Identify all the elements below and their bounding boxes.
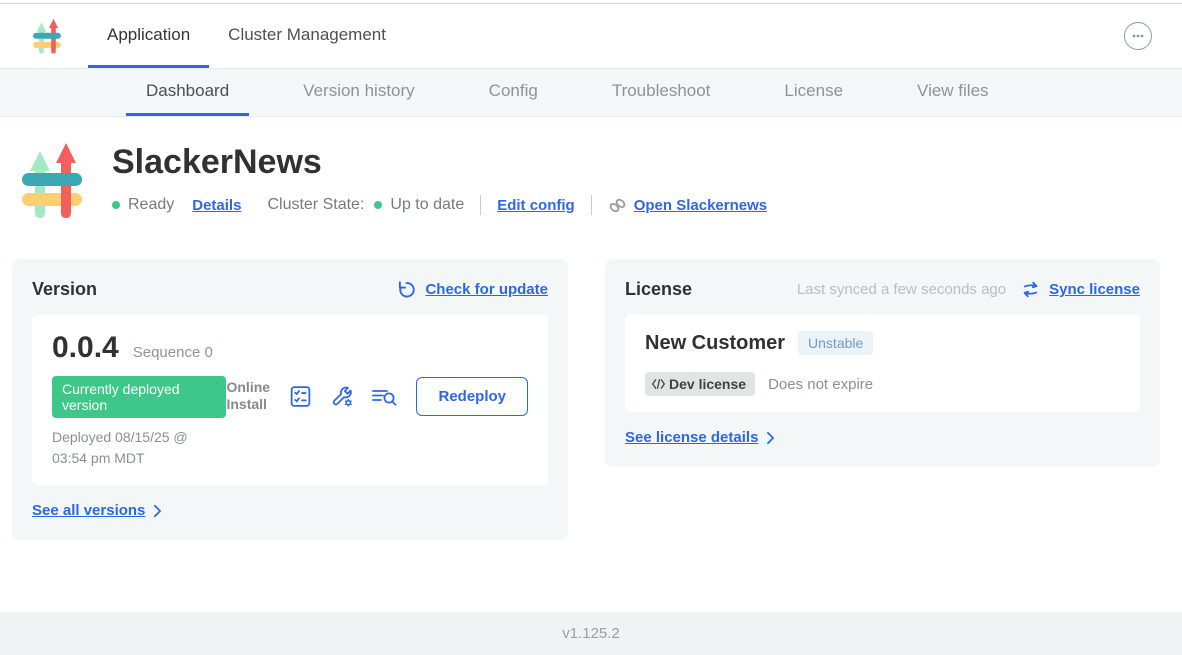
version-card: Version Check for update 0.0.4 Sequence …	[12, 259, 568, 540]
logs-search-icon	[370, 384, 398, 408]
cluster-state-dot	[374, 201, 382, 209]
details-link[interactable]: Details	[192, 197, 241, 214]
dashboard-cards: Version Check for update 0.0.4 Sequence …	[12, 259, 1170, 540]
sequence-label: Sequence 0	[133, 344, 213, 361]
check-for-update-label: Check for update	[425, 281, 548, 298]
subnav-item-troubleshoot[interactable]: Troubleshoot	[592, 69, 731, 116]
deployed-status-badge: Currently deployed version	[52, 376, 226, 418]
see-license-details-label: See license details	[625, 429, 758, 446]
hash-arrows-logo	[33, 19, 61, 54]
license-type-label: Dev license	[669, 376, 746, 392]
admin-console-page: Application Cluster Management Dashboard…	[0, 0, 1182, 655]
primary-navbar: Application Cluster Management	[0, 4, 1182, 69]
current-version-panel: 0.0.4 Sequence 0 Currently deployed vers…	[32, 315, 548, 485]
refresh-icon	[397, 280, 416, 299]
app-status-label: Ready	[128, 196, 174, 214]
console-footer: v1.125.2	[0, 612, 1182, 655]
open-app-label: Open Slackernews	[634, 197, 767, 214]
redeploy-button[interactable]: Redeploy	[416, 377, 528, 416]
see-all-versions-label: See all versions	[32, 502, 145, 519]
check-for-update-link[interactable]: Check for update	[397, 280, 548, 299]
subnav-item-version-history[interactable]: Version history	[283, 69, 435, 116]
app-logo-icon	[33, 17, 61, 55]
subnav-version-history-label: Version history	[303, 81, 415, 101]
subnav-troubleshoot-label: Troubleshoot	[612, 81, 711, 101]
channel-badge: Unstable	[798, 331, 873, 355]
app-hero: SlackerNews Ready Details Cluster State:…	[22, 139, 1182, 221]
license-type-badge: Dev license	[645, 372, 755, 396]
page-title: SlackerNews	[112, 143, 767, 182]
app-ready-dot	[112, 201, 120, 209]
subnav-item-dashboard[interactable]: Dashboard	[126, 69, 249, 116]
console-version: v1.125.2	[562, 625, 620, 642]
sync-license-link[interactable]: Sync license	[1021, 280, 1140, 299]
code-icon	[651, 378, 666, 390]
subnav-item-license[interactable]: License	[764, 69, 863, 116]
app-subnav: Dashboard Version history Config Trouble…	[0, 69, 1182, 117]
preflight-checks-button[interactable]	[286, 382, 314, 410]
subnav-view-files-label: View files	[917, 81, 989, 101]
edit-config-link[interactable]: Edit config	[497, 197, 575, 214]
app-status-row: Ready Details Cluster State: Up to date …	[112, 195, 767, 215]
primary-tabs: Application Cluster Management	[88, 4, 405, 68]
divider	[480, 195, 481, 215]
subnav-item-config[interactable]: Config	[469, 69, 558, 116]
license-card: License Last synced a few seconds ago	[605, 259, 1160, 467]
version-card-title: Version	[32, 279, 97, 300]
see-license-details-link[interactable]: See license details	[625, 429, 775, 446]
sync-arrows-icon	[1021, 280, 1040, 299]
license-expiry: Does not expire	[768, 376, 873, 393]
view-logs-button[interactable]	[370, 382, 398, 410]
cluster-state-label: Cluster State:	[267, 196, 364, 214]
cluster-state-value: Up to date	[390, 196, 464, 214]
license-details-panel: New Customer Unstable Dev license	[625, 315, 1140, 412]
subnav-license-label: License	[784, 81, 843, 101]
sync-license-label: Sync license	[1049, 281, 1140, 298]
chevron-right-icon	[153, 504, 162, 518]
ellipsis-icon	[1130, 28, 1146, 44]
more-menu-button[interactable]	[1124, 22, 1152, 50]
version-number: 0.0.4	[52, 331, 119, 365]
checklist-icon	[288, 384, 313, 409]
config-wrench-button[interactable]	[328, 382, 356, 410]
tab-cluster-management[interactable]: Cluster Management	[209, 4, 405, 68]
subnav-config-label: Config	[489, 81, 538, 101]
see-all-versions-link[interactable]: See all versions	[32, 502, 162, 519]
tab-application-label: Application	[107, 25, 190, 45]
app-logo-large-icon	[22, 139, 82, 221]
deployed-timestamp: Deployed 08/15/25 @ 03:54 pm MDT	[52, 427, 226, 469]
customer-name: New Customer	[645, 332, 785, 355]
license-card-title: License	[625, 279, 692, 300]
subnav-item-view-files[interactable]: View files	[897, 69, 1009, 116]
last-synced-label: Last synced a few seconds ago	[797, 281, 1006, 298]
open-app-link[interactable]: Open Slackernews	[608, 196, 767, 215]
tab-cluster-management-label: Cluster Management	[228, 25, 386, 45]
wrench-gear-icon	[330, 384, 355, 409]
divider	[591, 195, 592, 215]
subnav-dashboard-label: Dashboard	[146, 81, 229, 101]
chevron-right-icon	[766, 431, 775, 445]
install-type-label: Online Install	[226, 379, 272, 414]
tab-application[interactable]: Application	[88, 4, 209, 68]
link-chain-icon	[608, 196, 627, 215]
